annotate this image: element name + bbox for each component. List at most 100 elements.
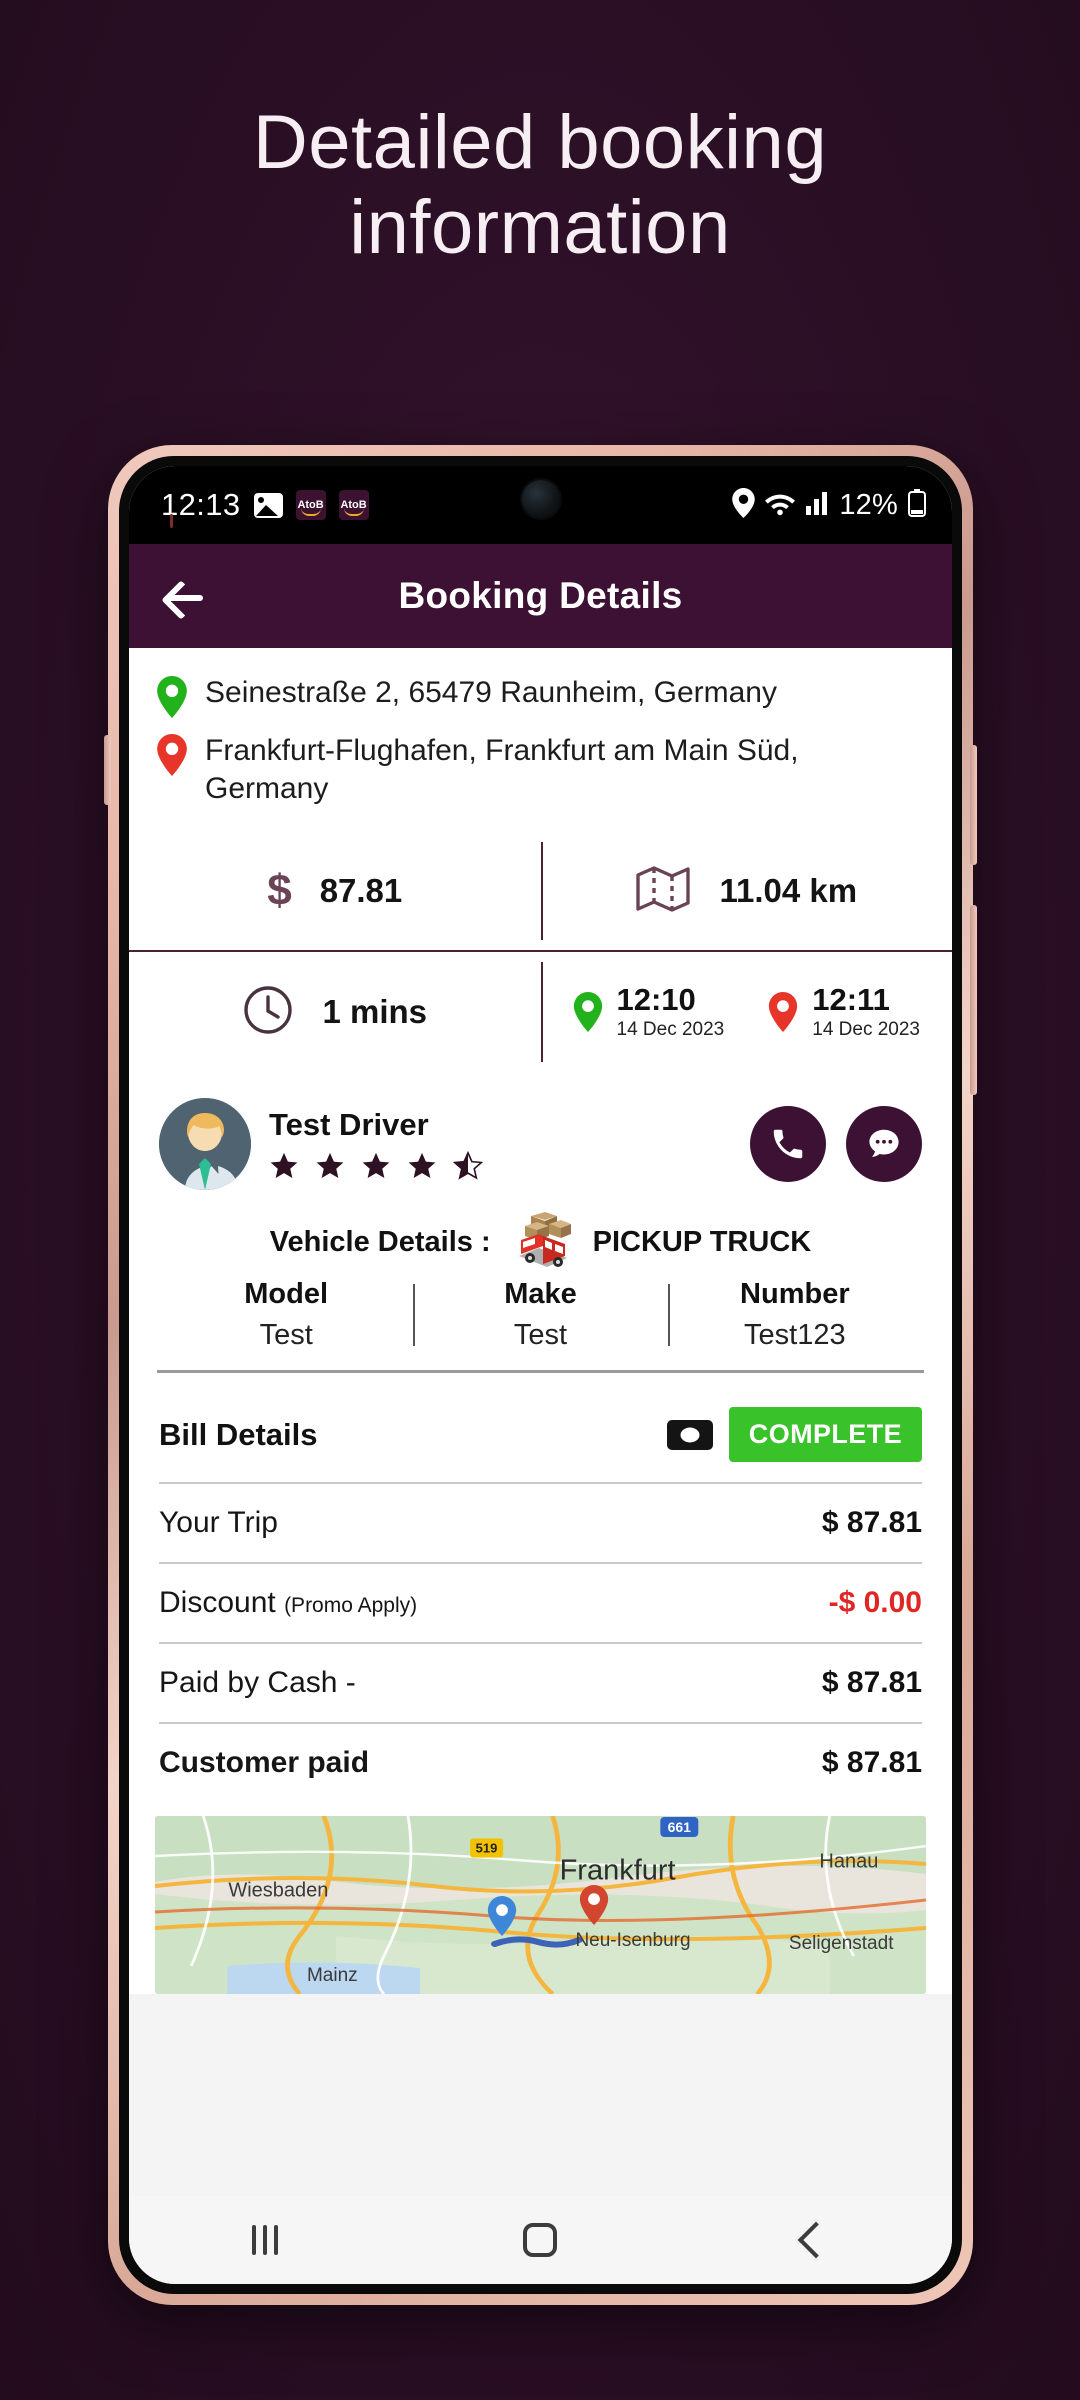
phone-screen: 12:13 AtoB AtoB 12% Booking Details Sein… [129, 466, 952, 2284]
back-icon[interactable] [797, 2221, 835, 2259]
bill-header: Bill Details COMPLETE [159, 1373, 922, 1482]
fare-cell: $ 87.81 [129, 832, 541, 950]
map-label: Seligenstadt [788, 1933, 894, 1955]
vehicle-col-header: Make [504, 1278, 577, 1311]
trip-stats-row-1: $ 87.81 11.04 km [129, 832, 953, 953]
promo-headline-line2: information [349, 185, 731, 271]
battery-icon [908, 488, 926, 522]
dropoff-time-pair: 12:11 14 Dec 2023 [768, 983, 920, 1041]
dropoff-time: 12:11 [812, 982, 890, 1018]
volume-button[interactable] [970, 745, 977, 865]
map-highway-shield: 519 [469, 1838, 504, 1858]
battery-percent: 12% [839, 488, 898, 521]
dropoff-address-text: Frankfurt-Flughafen, Frankfurt am Main S… [205, 734, 799, 806]
home-icon[interactable] [523, 2223, 558, 2257]
atob-app-icon-2: AtoB [338, 490, 369, 520]
map-icon [635, 865, 691, 918]
vehicle-section: Vehicle Details : PICKUP TRUCK Model Tes… [129, 1200, 952, 1374]
android-nav-bar [129, 2196, 952, 2284]
map-label: Frankfurt [559, 1854, 676, 1887]
front-camera [521, 480, 560, 518]
timestamps-cell: 12:10 14 Dec 2023 12:11 14 Dec 2023 [540, 952, 953, 1072]
call-driver-button[interactable] [750, 1106, 826, 1183]
gallery-icon [253, 492, 283, 518]
bill-row-amount: $ 87.81 [821, 1746, 922, 1780]
vehicle-col-header: Model [244, 1278, 329, 1311]
back-arrow-icon[interactable] [159, 569, 213, 623]
phone-frame: 12:13 AtoB AtoB 12% Booking Details Sein… [104, 445, 977, 2305]
vehicle-col-model: Model Test [159, 1278, 413, 1352]
star-filled-icon [270, 1153, 298, 1179]
pickup-truck-icon [505, 1210, 579, 1274]
pickup-pin-icon [155, 672, 189, 718]
bill-row-label: Your Trip [159, 1506, 278, 1540]
dollar-icon: $ [267, 866, 292, 916]
vehicle-columns: Model Test Make Test Number Test123 [159, 1278, 922, 1370]
content-scroll[interactable]: Seinestraße 2, 65479 Raunheim, Germany F… [129, 514, 952, 2196]
driver-row: Test Driver [129, 1072, 952, 1200]
map-label: Hanau [819, 1850, 879, 1873]
app-bar: Booking Details [129, 544, 952, 648]
driver-actions [750, 1106, 922, 1183]
power-button[interactable] [970, 905, 977, 1095]
bill-title: Bill Details [159, 1416, 318, 1452]
clock-icon [242, 984, 294, 1041]
trip-card: Seinestraße 2, 65479 Raunheim, Germany F… [129, 514, 952, 1995]
fare-value: 87.81 [319, 872, 403, 910]
star-filled-icon [316, 1153, 344, 1179]
route-map[interactable]: Wiesbaden Frankfurt Hanau Neu-Isenburg S… [155, 1816, 926, 1995]
distance-value: 11.04 km [719, 872, 858, 910]
bill-row-amount: $ 87.81 [821, 1666, 922, 1700]
vehicle-col-make: Make Test [413, 1278, 667, 1352]
vehicle-col-value: Test [513, 1319, 568, 1352]
phone-icon [773, 1129, 803, 1159]
map-highway-shield: 661 [660, 1816, 698, 1837]
dropoff-pin-icon [155, 730, 189, 776]
promo-headline-line1: Detailed booking [252, 100, 828, 185]
distance-cell: 11.04 km [540, 832, 953, 950]
bill-row: Customer paid $ 87.81 [159, 1722, 922, 1802]
atob-app-icon: AtoB [295, 490, 326, 520]
pickup-date: 14 Dec 2023 [616, 1019, 725, 1041]
pickup-address-text: Seinestraße 2, 65479 Raunheim, Germany [205, 676, 777, 709]
location-icon [732, 487, 756, 523]
star-half-icon [453, 1151, 483, 1180]
driver-name: Test Driver [269, 1107, 429, 1143]
pickup-address-row: Seinestraße 2, 65479 Raunheim, Germany [155, 672, 926, 718]
signal-icon [805, 490, 829, 521]
status-bar-right: 12% [732, 487, 926, 523]
cash-icon [666, 1419, 713, 1450]
side-button-left[interactable] [104, 735, 111, 805]
chat-driver-button[interactable] [846, 1106, 922, 1183]
recent-apps-icon[interactable] [251, 2225, 278, 2255]
pickup-time-pair: 12:10 14 Dec 2023 [573, 983, 725, 1041]
bill-status-group: COMPLETE [666, 1407, 922, 1463]
map-label: Wiesbaden [228, 1879, 329, 1902]
map-label: Neu-Isenburg [575, 1929, 691, 1951]
page-title: Booking Details [398, 575, 683, 616]
trip-stats: $ 87.81 11.04 km 1 mins 12:10 14 Dec 202… [129, 832, 952, 1072]
vehicle-col-header: Number [740, 1278, 850, 1311]
star-filled-icon [408, 1153, 436, 1179]
bill-section: Bill Details COMPLETE Your Trip $ 87.81 [129, 1373, 952, 1803]
status-badge: COMPLETE [728, 1407, 922, 1463]
address-block: Seinestraße 2, 65479 Raunheim, Germany F… [129, 514, 952, 814]
star-filled-icon [362, 1153, 390, 1179]
dropoff-address-row: Frankfurt-Flughafen, Frankfurt am Main S… [155, 730, 926, 808]
dropoff-date: 14 Dec 2023 [812, 1019, 920, 1041]
trip-stats-row-2: 1 mins 12:10 14 Dec 2023 12:11 14 Dec 20… [129, 952, 952, 1072]
bill-row: Discount (Promo Apply) -$ 0.00 [159, 1562, 922, 1642]
duration-cell: 1 mins [129, 952, 541, 1072]
bill-row-label: Customer paid [159, 1746, 370, 1780]
bill-row-label: Discount (Promo Apply) [159, 1586, 418, 1620]
chat-icon [869, 1129, 899, 1158]
bill-row-sublabel: (Promo Apply) [284, 1594, 418, 1618]
promo-headline: Detailed booking information [0, 100, 1080, 270]
map-pickup-marker[interactable] [487, 1895, 517, 1941]
vehicle-col-value: Test123 [744, 1319, 846, 1352]
wifi-icon [765, 490, 796, 521]
map-dropoff-marker[interactable] [579, 1885, 609, 1930]
map-label: Mainz [306, 1965, 358, 1987]
bill-row-label: Paid by Cash - [159, 1666, 356, 1700]
bill-row: Paid by Cash - $ 87.81 [159, 1642, 922, 1722]
